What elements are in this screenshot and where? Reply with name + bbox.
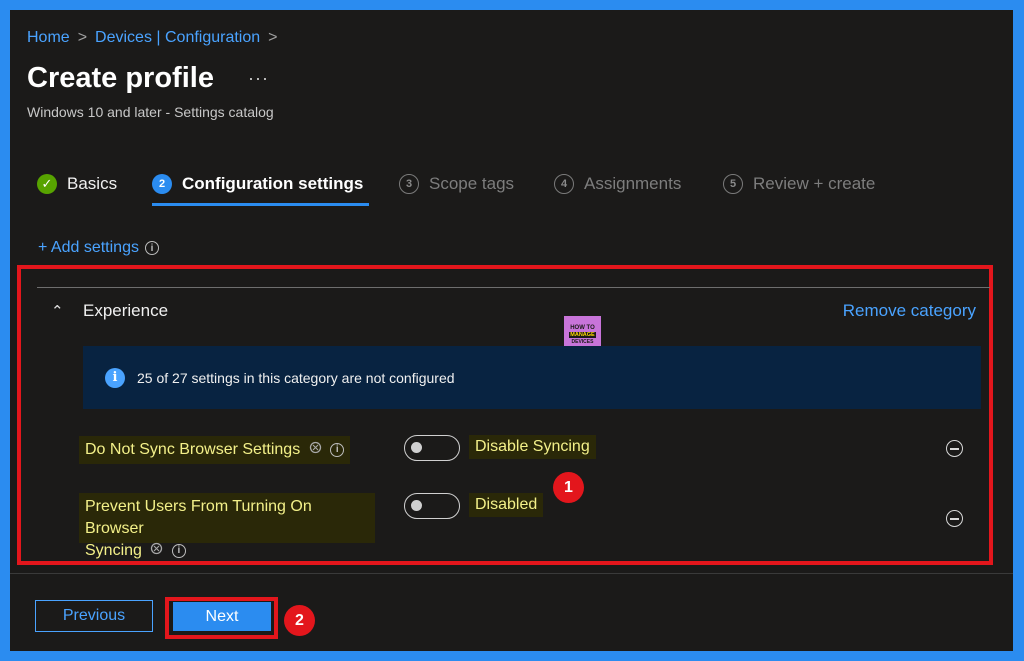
toggle-knob — [411, 500, 422, 511]
breadcrumb: Home > Devices | Configuration > — [27, 29, 278, 47]
remove-setting-icon[interactable] — [946, 510, 963, 527]
step-number-icon: 2 — [152, 174, 172, 194]
logo-line: MANAGE — [569, 331, 596, 338]
step-review-create[interactable]: 5 Review + create — [723, 170, 875, 198]
category-title: Experience — [83, 301, 169, 320]
step-label: Configuration settings — [182, 174, 364, 193]
annotation-badge: 2 — [284, 605, 315, 636]
remove-setting-icon[interactable] — [946, 440, 963, 457]
setting-name: Syncing — [85, 542, 142, 559]
step-label: Review + create — [753, 174, 876, 193]
chevron-up-icon[interactable]: ⌃ — [51, 302, 64, 320]
disable-syncing-toggle[interactable] — [404, 435, 460, 461]
setting-name: Do Not Sync Browser Settings — [85, 441, 301, 458]
breadcrumb-devices-configuration-link[interactable]: Devices | Configuration — [95, 29, 260, 47]
checkmark-icon: ✓ — [37, 174, 57, 194]
info-icon[interactable]: i — [144, 241, 159, 255]
info-icon[interactable]: i — [171, 544, 186, 558]
setting-label-prevent-users-turning-on-sync: Prevent Users From Turning On Browser Sy… — [79, 493, 375, 559]
add-settings-link[interactable]: + Add settings i — [38, 239, 159, 257]
divider — [37, 287, 990, 288]
step-number-icon: 5 — [723, 174, 743, 194]
info-icon[interactable]: i — [330, 443, 345, 457]
browser-syncing-toggle[interactable] — [404, 493, 460, 519]
info-banner-text: 25 of 27 settings in this category are n… — [137, 369, 455, 386]
setting-name: Prevent Users From Turning On Browser — [85, 498, 312, 537]
toggle-knob — [411, 442, 422, 453]
page-title: Create profile — [27, 62, 214, 94]
chevron-right-icon: > — [77, 29, 88, 46]
portal-frame: Home > Devices | Configuration > Create … — [10, 10, 1013, 651]
logo-line: DEVICES — [571, 338, 594, 345]
chevron-right-icon: > — [268, 29, 278, 46]
add-settings-label: + Add settings — [38, 239, 139, 256]
step-label: Assignments — [584, 174, 682, 193]
annotation-badge: 1 — [553, 472, 584, 503]
toggle-value-label: Disabled — [469, 493, 544, 517]
next-button[interactable]: Next — [173, 602, 271, 631]
info-banner: i 25 of 27 settings in this category are… — [83, 346, 981, 409]
step-label: Basics — [67, 174, 118, 193]
sync-icon — [150, 540, 164, 562]
toggle-value-label: Disable Syncing — [469, 435, 596, 459]
logo-line: HOW TO — [570, 324, 595, 331]
step-number-icon: 4 — [554, 174, 574, 194]
previous-button[interactable]: Previous — [35, 600, 153, 632]
step-configuration-settings[interactable]: 2 Configuration settings — [152, 170, 363, 198]
step-label: Scope tags — [429, 174, 515, 193]
page-subtitle: Windows 10 and later - Settings catalog — [27, 104, 274, 120]
sync-icon — [308, 439, 322, 461]
step-scope-tags[interactable]: 3 Scope tags — [399, 170, 514, 198]
step-basics[interactable]: ✓ Basics — [37, 170, 117, 198]
step-assignments[interactable]: 4 Assignments — [554, 170, 681, 198]
info-icon: i — [105, 367, 125, 388]
step-number-icon: 3 — [399, 174, 419, 194]
remove-category-link[interactable]: Remove category — [843, 301, 976, 321]
breadcrumb-home-link[interactable]: Home — [27, 29, 70, 47]
setting-label-do-not-sync: Do Not Sync Browser Settings i — [79, 436, 351, 464]
wizard-steps: ✓ Basics 2 Configuration settings 3 Scop… — [37, 170, 937, 210]
footer-divider — [10, 573, 1013, 574]
active-step-underline — [152, 203, 369, 206]
more-options-icon[interactable]: ··· — [248, 68, 269, 89]
